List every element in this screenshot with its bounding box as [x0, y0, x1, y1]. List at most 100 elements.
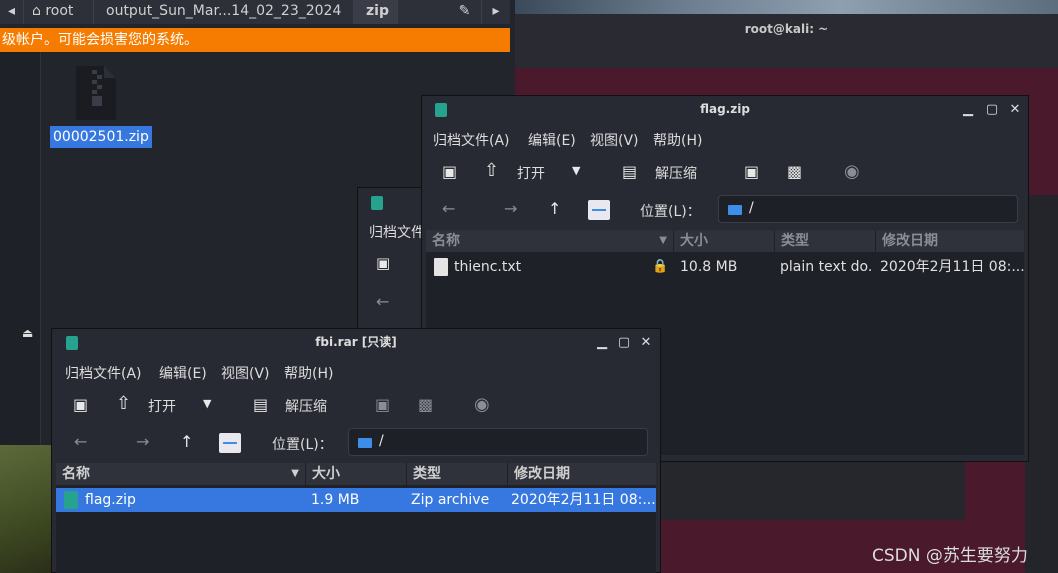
sort-icon: ▼ — [291, 468, 299, 479]
new-archive-icon[interactable]: ▣ — [73, 395, 88, 414]
menu-help[interactable]: 帮助(H) — [284, 363, 333, 383]
file-date: 2020年2月11日 08:... — [880, 259, 1024, 275]
path-zip[interactable]: zip — [354, 0, 398, 24]
file-name: flag.zip — [85, 492, 136, 508]
root-warning-bar: 级帐户。可能会损害您的系统。 — [0, 28, 510, 52]
file-type: Zip archive — [411, 492, 490, 508]
table-row[interactable]: flag.zip 1.9 MB Zip archive 2020年2月11日 0… — [56, 488, 656, 512]
menu-help[interactable]: 帮助(H) — [653, 130, 702, 150]
sort-icon: ▼ — [659, 235, 667, 246]
extract-button[interactable]: 解压缩 — [655, 163, 697, 183]
file-type: plain text do... — [780, 259, 872, 275]
menu-archive[interactable]: 归档文件 — [369, 222, 425, 242]
maximize-button[interactable]: ▢ — [982, 96, 1002, 124]
path-bar: ◂ ⌂ root output_Sun_Mar...14_02_23_2024 … — [0, 0, 510, 24]
extract-icon[interactable]: ▤ — [253, 395, 268, 414]
file-size: 1.9 MB — [311, 492, 360, 508]
background-window — [660, 460, 965, 520]
archive-window-fbi: fbi.rar [只读] ▁ ▢ ✕ 归档文件(A) 编辑(E) 视图(V) 帮… — [51, 328, 661, 573]
open-icon[interactable]: ⇧ — [116, 393, 131, 414]
title-bar: flag.zip ▁ ▢ ✕ — [422, 96, 1028, 124]
extract-button[interactable]: 解压缩 — [285, 396, 327, 416]
extract-icon[interactable]: ▤ — [622, 162, 637, 181]
path-root[interactable]: ⌂ root — [24, 0, 94, 24]
new-archive-icon[interactable]: ▣ — [442, 162, 457, 181]
terminal-title: root@kali: ~ — [744, 22, 829, 36]
col-size[interactable]: 大小 — [674, 230, 775, 252]
menu-view[interactable]: 视图(V) — [590, 130, 639, 150]
archive-app-icon — [435, 103, 447, 117]
forward-icon[interactable]: → — [136, 432, 149, 451]
list-header: 名称 ▼ 大小 类型 修改日期 — [426, 230, 1024, 252]
menu-edit[interactable]: 编辑(E) — [159, 363, 207, 383]
archive-app-icon — [66, 336, 78, 350]
edit-path-icon[interactable]: ✎ — [448, 0, 482, 24]
home-folder-icon[interactable] — [588, 200, 610, 220]
menu-archive[interactable]: 归档文件(A) — [433, 130, 510, 150]
minimize-button[interactable]: ▁ — [958, 96, 978, 124]
minimize-button[interactable]: ▁ — [592, 329, 612, 357]
up-icon[interactable]: ↑ — [548, 199, 561, 218]
archive-app-icon — [371, 196, 383, 210]
location-field[interactable]: / — [718, 195, 1018, 223]
sidebar: ⏏ — [0, 52, 41, 445]
add-files-icon[interactable]: ▣ — [375, 395, 390, 414]
zip-file-icon — [64, 491, 78, 509]
add-files-icon[interactable]: ▣ — [744, 162, 759, 181]
title-bar: fbi.rar [只读] ▁ ▢ ✕ — [52, 329, 660, 357]
close-button[interactable]: ✕ — [636, 329, 656, 357]
wallpaper-strip — [515, 0, 1058, 14]
new-archive-icon[interactable]: ▣ — [376, 254, 390, 272]
open-dropdown-icon[interactable]: ▼ — [203, 397, 211, 410]
window-title: flag.zip — [700, 102, 750, 116]
forward-icon[interactable]: ▸ — [482, 0, 510, 24]
up-icon[interactable]: ↑ — [180, 432, 193, 451]
table-row[interactable]: thienc.txt 🔒 10.8 MB plain text do... 20… — [426, 255, 1024, 279]
add-folder-icon[interactable]: ▩ — [418, 395, 433, 414]
back-icon[interactable]: ← — [442, 199, 455, 218]
stop-icon[interactable]: ◉ — [844, 161, 860, 182]
add-folder-icon[interactable]: ▩ — [787, 162, 802, 181]
col-name[interactable]: 名称 ▼ — [426, 230, 674, 252]
forward-icon[interactable]: → — [504, 199, 517, 218]
maximize-button[interactable]: ▢ — [614, 329, 634, 357]
back-icon[interactable]: ◂ — [0, 0, 24, 24]
back-icon[interactable]: ← — [74, 432, 87, 451]
open-button[interactable]: 打开 — [517, 163, 545, 183]
close-button[interactable]: ✕ — [1005, 96, 1025, 124]
open-button[interactable]: 打开 — [148, 396, 176, 416]
menu-view[interactable]: 视图(V) — [221, 363, 270, 383]
wallpaper-image — [0, 445, 52, 573]
menu-archive[interactable]: 归档文件(A) — [65, 363, 142, 383]
folder-icon — [728, 205, 742, 215]
location-label: 位置(L)： — [640, 204, 701, 220]
path-output[interactable]: output_Sun_Mar...14_02_23_2024 — [94, 0, 354, 24]
open-dropdown-icon[interactable]: ▼ — [572, 164, 580, 177]
col-type[interactable]: 类型 — [775, 230, 876, 252]
location-field[interactable]: / — [348, 428, 648, 456]
file-date: 2020年2月11日 08:... — [511, 492, 655, 508]
text-file-icon — [434, 258, 448, 276]
col-type[interactable]: 类型 — [407, 463, 508, 485]
col-name[interactable]: 名称 ▼ — [56, 463, 306, 485]
col-size[interactable]: 大小 — [306, 463, 407, 485]
home-folder-icon[interactable] — [219, 433, 241, 453]
file-name: thienc.txt — [454, 259, 522, 275]
file-label[interactable]: 00002501.zip — [50, 126, 152, 148]
folder-icon — [358, 438, 372, 448]
lock-icon: 🔒 — [652, 259, 669, 274]
background-window — [1025, 195, 1058, 573]
file-size: 10.8 MB — [680, 259, 738, 275]
back-icon[interactable]: ← — [376, 292, 389, 311]
location-label: 位置(L)： — [272, 437, 333, 453]
menu-edit[interactable]: 编辑(E) — [528, 130, 576, 150]
home-icon: ⌂ — [32, 3, 41, 19]
col-date[interactable]: 修改日期 — [508, 463, 656, 485]
stop-icon[interactable]: ◉ — [474, 394, 490, 415]
watermark: CSDN @苏生要努力 — [872, 546, 1028, 566]
col-date[interactable]: 修改日期 — [876, 230, 1024, 252]
location-value: / — [379, 433, 384, 449]
zip-file-icon[interactable] — [76, 66, 116, 120]
open-icon[interactable]: ⇧ — [484, 160, 499, 181]
eject-icon[interactable]: ⏏ — [22, 326, 33, 340]
